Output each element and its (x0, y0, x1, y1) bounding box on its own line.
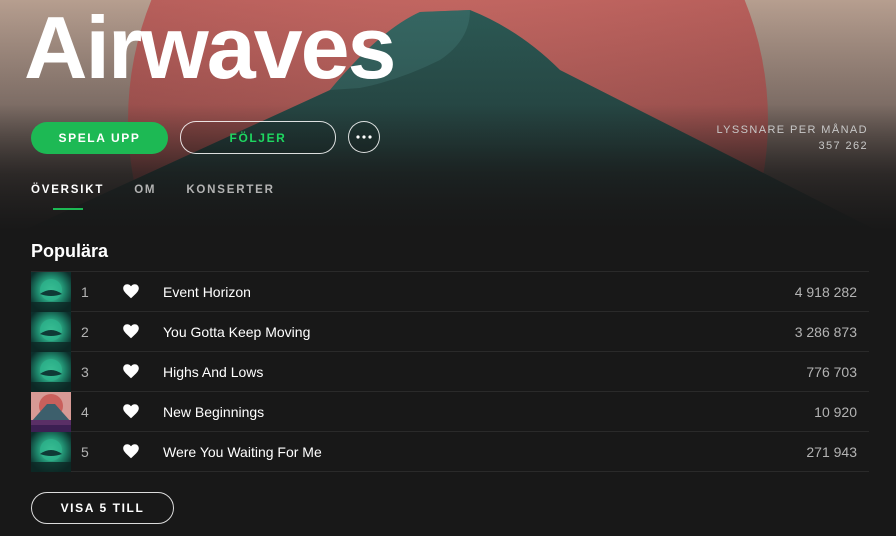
track-title: Highs And Lows (163, 363, 264, 380)
artist-tabs: ÖVERSIKT OM KONSERTER (31, 184, 305, 210)
follow-button[interactable]: FÖLJER (180, 121, 336, 154)
album-cover-art (31, 392, 71, 432)
track-play-count: 10 920 (814, 403, 857, 420)
track-row[interactable]: 5 Were You Waiting For Me 271 943 (31, 432, 869, 472)
album-cover-art (31, 312, 71, 352)
show-more-button[interactable]: VISA 5 TILL (31, 492, 174, 524)
track-play-count: 3 286 873 (794, 323, 857, 340)
monthly-listeners-label: LYSSNARE PER MÅNAD (716, 124, 868, 136)
artist-name: Airwaves (24, 0, 396, 97)
heart-icon[interactable] (123, 364, 139, 380)
popular-section-title: Populära (31, 241, 109, 261)
heart-icon[interactable] (123, 404, 139, 420)
album-cover (31, 352, 71, 392)
album-cover-art (31, 272, 71, 312)
track-title: New Beginnings (163, 403, 265, 420)
play-button[interactable]: SPELA UPP (31, 122, 168, 154)
track-row[interactable]: 1 Event Horizon 4 918 282 (31, 272, 869, 312)
track-number: 2 (81, 323, 89, 340)
track-number: 5 (81, 443, 89, 460)
album-cover (31, 432, 71, 472)
track-title: You Gotta Keep Moving (163, 323, 311, 340)
track-play-count: 776 703 (806, 363, 857, 380)
more-options-button[interactable] (348, 121, 380, 153)
active-tab-indicator (53, 208, 83, 210)
track-row[interactable]: 4 New Beginnings 10 920 (31, 392, 869, 432)
more-horizontal-icon (356, 135, 372, 139)
tab-concerts[interactable]: KONSERTER (186, 184, 274, 208)
album-cover (31, 272, 71, 312)
tab-about[interactable]: OM (134, 184, 156, 208)
track-title: Event Horizon (163, 283, 251, 300)
track-number: 3 (81, 363, 89, 380)
track-play-count: 271 943 (806, 443, 857, 460)
heart-icon[interactable] (123, 444, 139, 460)
track-number: 1 (81, 283, 89, 300)
track-play-count: 4 918 282 (794, 283, 857, 300)
heart-icon[interactable] (123, 284, 139, 300)
album-cover (31, 392, 71, 432)
monthly-listeners: LYSSNARE PER MÅNAD 357 262 (716, 122, 868, 154)
album-cover-art (31, 432, 71, 472)
track-row[interactable]: 3 Highs And Lows 776 703 (31, 352, 869, 392)
album-cover-art (31, 352, 71, 392)
track-number: 4 (81, 403, 89, 420)
tab-overview[interactable]: ÖVERSIKT (31, 184, 104, 208)
track-row[interactable]: 2 You Gotta Keep Moving 3 286 873 (31, 312, 869, 352)
album-cover (31, 312, 71, 352)
heart-icon[interactable] (123, 324, 139, 340)
monthly-listeners-value: 357 262 (818, 140, 868, 152)
popular-tracklist: 1 Event Horizon 4 918 282 2 You Gotta Ke… (31, 271, 869, 472)
track-title: Were You Waiting For Me (163, 443, 322, 460)
